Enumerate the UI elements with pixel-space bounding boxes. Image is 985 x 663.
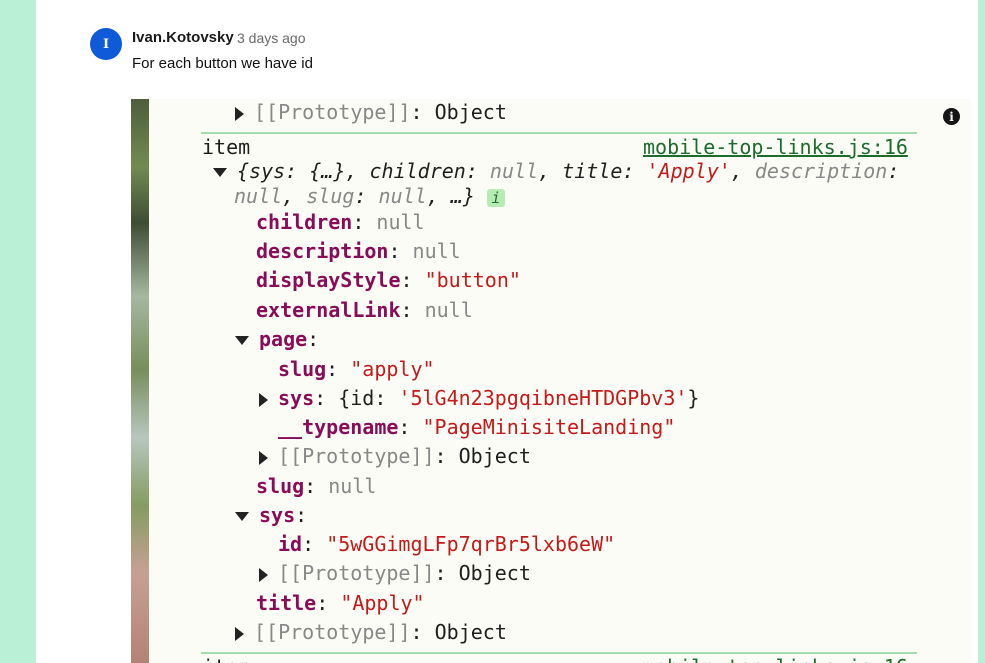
prop-subkey: id: [350, 386, 375, 410]
prop-page: page:: [235, 327, 319, 351]
console-object-summary: {sys: {…}, children: null, title: 'Apply…: [213, 159, 899, 183]
expand-triangle-icon: [259, 392, 268, 407]
info-icon[interactable]: i: [943, 108, 960, 125]
prop-slug: slug: null: [256, 474, 377, 498]
console-log-label: item: [202, 135, 251, 159]
console-screenshot-image[interactable]: i [[Prototype]]: Object item mobile-top-…: [131, 99, 971, 663]
prototype-value: Object: [434, 100, 507, 124]
prop-key: description: [256, 239, 389, 263]
prop-key: slug: [278, 357, 327, 381]
expand-triangle-icon: [259, 450, 268, 465]
expand-triangle-icon: [235, 106, 244, 121]
prop-key: children: [256, 210, 353, 234]
prop-key: id: [278, 532, 303, 556]
console-line-prototype-bottom: [[Prototype]]: Object: [235, 620, 507, 644]
photo-edge: [131, 99, 149, 663]
prop-key: page: [259, 327, 308, 351]
summary-children-val: null: [489, 159, 539, 183]
summary-sys-key: sys: [249, 159, 286, 183]
prototype-label: [[Prototype]]: [278, 561, 435, 585]
prop-sys-id: id: "5wGGimgLFp7qrBr5lxb6eW": [278, 532, 616, 556]
prop-value: null: [424, 298, 473, 322]
collapse-triangle-icon: [235, 512, 249, 521]
prop-key: externalLink: [256, 298, 401, 322]
prop-displayStyle: displayStyle: "button": [256, 268, 521, 292]
comment-timestamp[interactable]: 3 days ago: [237, 30, 306, 46]
prop-page-prototype: [[Prototype]]: Object: [259, 444, 531, 468]
avatar[interactable]: I: [90, 28, 122, 60]
prototype-value: Object: [458, 561, 531, 585]
console-next-source-link[interactable]: mobile-top-links.js:16: [643, 655, 908, 663]
prop-page-slug: slug: "apply": [278, 357, 435, 381]
prop-value: "Apply": [340, 591, 425, 615]
comment-author[interactable]: Ivan.Kotovsky: [132, 29, 234, 46]
prop-sys: sys:: [235, 503, 307, 527]
comment-text: For each button we have id: [132, 55, 313, 72]
prop-description: description: null: [256, 239, 461, 263]
prototype-value: Object: [458, 444, 531, 468]
collapse-triangle-icon: [213, 168, 227, 177]
prop-children: children: null: [256, 210, 425, 234]
prop-key: title: [256, 591, 317, 615]
prop-value: '5lG4n23pgqibneHTDGPbv3': [398, 386, 688, 410]
prop-key: slug: [256, 474, 305, 498]
prototype-label: [[Prototype]]: [254, 100, 411, 124]
collapse-triangle-icon: [235, 336, 249, 345]
prop-title: title: "Apply": [256, 591, 425, 615]
info-badge[interactable]: i: [486, 188, 505, 207]
summary-description-val: null: [234, 184, 283, 208]
avatar-letter: I: [102, 36, 110, 52]
prop-value: "apply": [350, 357, 435, 381]
prop-key: __typename: [278, 415, 399, 439]
prototype-label: [[Prototype]]: [278, 444, 435, 468]
prop-key: displayStyle: [256, 268, 401, 292]
console-source-link[interactable]: mobile-top-links.js:16: [643, 135, 908, 159]
prop-page-typename: __typename: "PageMinisiteLanding": [278, 415, 676, 439]
prop-page-sys: sys: {id: '5lG4n23pgqibneHTDGPbv3'}: [259, 386, 699, 410]
prototype-value: Object: [434, 620, 507, 644]
summary-title-key: title: [562, 159, 623, 183]
summary-title-val: 'Apply': [646, 159, 731, 183]
prop-value: "button": [424, 268, 521, 292]
console-separator: [201, 652, 917, 654]
prop-value: null: [412, 239, 461, 263]
summary-sys-val: {…}: [309, 159, 346, 183]
summary-slug-val: null: [378, 184, 427, 208]
prop-sys-prototype: [[Prototype]]: Object: [259, 561, 531, 585]
prop-value: "PageMinisiteLanding": [422, 415, 676, 439]
console-line-prototype-top: [[Prototype]]: Object: [235, 100, 507, 124]
summary-children-key: children: [369, 159, 466, 183]
prototype-label: [[Prototype]]: [254, 620, 411, 644]
prop-value: null: [328, 474, 377, 498]
summary-description-key: description: [754, 159, 888, 183]
page-background-strip: [0, 0, 26, 663]
summary-slug-key: slug: [306, 184, 355, 208]
console-object-summary-cont: null, slug: null, …} i: [234, 184, 505, 208]
expand-triangle-icon: [259, 567, 268, 582]
prop-key: sys: [278, 386, 315, 410]
expand-triangle-icon: [235, 626, 244, 641]
prop-externalLink: externalLink: null: [256, 298, 473, 322]
console-separator: [201, 132, 917, 134]
prop-value: "5wGGimgLFp7qrBr5lxb6eW": [326, 532, 616, 556]
console-next-log-label: item: [202, 655, 250, 663]
summary-more: …}: [450, 184, 475, 208]
prop-key: sys: [259, 503, 296, 527]
prop-value: null: [376, 210, 425, 234]
